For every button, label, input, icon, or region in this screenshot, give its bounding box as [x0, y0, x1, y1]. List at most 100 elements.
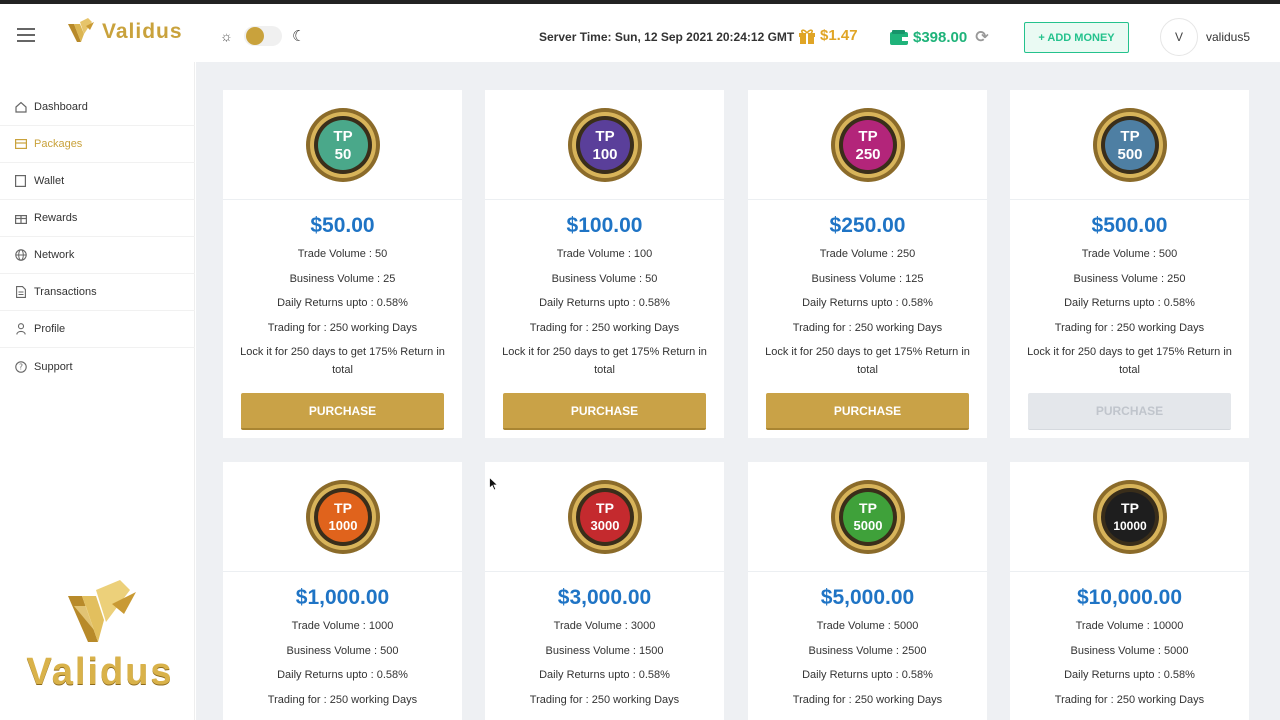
- svg-text:TP: TP: [1121, 500, 1139, 516]
- trade-volume: Trade Volume : 100: [556, 248, 653, 260]
- validus-logo-icon: [68, 18, 94, 42]
- tp-badge-icon: TP 5000: [830, 479, 905, 554]
- purchase-button[interactable]: PURCHASE: [241, 393, 444, 430]
- tp-badge-icon: TP 10000: [1092, 479, 1167, 554]
- business-volume: Business Volume : 50: [551, 272, 658, 285]
- package-price: $50.00: [310, 214, 375, 237]
- sidebar-item-label: Profile: [34, 323, 66, 335]
- business-volume: Business Volume : 125: [811, 272, 924, 285]
- package-price: $100.00: [566, 214, 643, 237]
- daily-returns: Daily Returns upto : 0.58%: [539, 669, 670, 681]
- trade-volume: Trade Volume : 3000: [553, 620, 656, 632]
- tp-badge-icon: TP 100: [567, 107, 642, 182]
- moon-icon: ☾: [292, 28, 306, 45]
- trading-duration: Trading for : 250 working Days: [792, 321, 943, 334]
- daily-returns: Daily Returns upto : 0.58%: [1064, 669, 1195, 681]
- tp-badge-icon: TP 250: [830, 107, 905, 182]
- username[interactable]: validus5: [1206, 30, 1250, 44]
- sidebar-logo-text: Validus: [26, 651, 174, 693]
- server-time: Server Time: Sun, 12 Sep 2021 20:24:12 G…: [539, 30, 795, 44]
- daily-returns: Daily Returns upto : 0.58%: [539, 297, 670, 309]
- bonus-amount: $1.47: [820, 27, 858, 44]
- tp-badge-icon: TP 50: [305, 107, 380, 182]
- sidebar-item-label: Support: [34, 360, 73, 373]
- daily-returns: Daily Returns upto : 0.58%: [802, 669, 933, 681]
- sidebar-item-packages[interactable]: Packages: [0, 126, 195, 163]
- tp-badge-icon: TP 500: [1092, 107, 1167, 182]
- trading-duration: Trading for : 250 working Days: [529, 321, 680, 334]
- package-badge-area: TP 5000: [748, 462, 987, 572]
- purchase-button[interactable]: PURCHASE: [503, 393, 706, 430]
- toggle-knob: [246, 27, 264, 45]
- sun-icon: ☼: [220, 28, 233, 44]
- sidebar-item-label: Rewards: [34, 212, 78, 224]
- sidebar-item-label: Dashboard: [34, 101, 88, 113]
- sidebar-item-network[interactable]: Network: [0, 237, 195, 274]
- gift-icon: [14, 212, 27, 225]
- package-price: $3,000.00: [557, 586, 652, 609]
- trade-volume: Trade Volume : 250: [819, 248, 916, 260]
- package-badge-area: TP 100: [485, 90, 724, 200]
- package-card: TP 500 $500.00 Trade Volume : 500 Busine…: [1010, 90, 1249, 438]
- package-card: TP 50 $50.00 Trade Volume : 50 Business …: [223, 90, 462, 438]
- sidebar-item-dashboard[interactable]: Dashboard: [0, 89, 195, 126]
- theme-switcher: ☼ ☾: [220, 26, 305, 46]
- packages-icon: [14, 138, 27, 151]
- avatar[interactable]: V: [1160, 18, 1198, 56]
- package-card: TP 100 $100.00 Trade Volume : 100 Busine…: [485, 90, 724, 438]
- package-badge-area: TP 250: [748, 90, 987, 200]
- svg-text:TP: TP: [333, 128, 352, 145]
- trading-duration: Trading for : 250 working Days: [792, 693, 943, 706]
- wallet-balance[interactable]: $398.00 ⟳: [890, 27, 989, 47]
- sidebar-item-label: Transactions: [34, 286, 97, 298]
- lock-info: Lock it for 250 days to get 175% Return …: [240, 346, 445, 376]
- trade-volume: Trade Volume : 5000: [816, 620, 919, 632]
- home-icon: [14, 101, 27, 114]
- menu-toggle-icon[interactable]: [17, 28, 35, 42]
- theme-toggle[interactable]: [244, 26, 282, 46]
- lock-info: Lock it for 250 days to get 175% Return …: [1027, 346, 1232, 376]
- package-price: $10,000.00: [1076, 586, 1183, 609]
- sidebar-item-profile[interactable]: Profile: [0, 311, 195, 348]
- sidebar-item-rewards[interactable]: Rewards: [0, 200, 195, 237]
- sidebar-item-wallet[interactable]: Wallet: [0, 163, 195, 200]
- svg-text:250: 250: [855, 146, 880, 163]
- sidebar-item-label: Network: [34, 249, 75, 261]
- package-price: $1,000.00: [295, 586, 390, 609]
- validus-logo-icon: [68, 580, 136, 642]
- svg-text:TP: TP: [858, 128, 877, 145]
- svg-text:5000: 5000: [853, 518, 882, 533]
- package-badge-area: TP 500: [1010, 90, 1249, 200]
- brand-logo[interactable]: Validus: [66, 18, 183, 46]
- package-card: TP 250 $250.00 Trade Volume : 250 Busine…: [748, 90, 987, 438]
- purchase-button[interactable]: PURCHASE: [766, 393, 969, 430]
- refresh-icon[interactable]: ⟳: [975, 27, 988, 47]
- svg-text:TP: TP: [595, 128, 614, 145]
- svg-text:3000: 3000: [590, 518, 619, 533]
- business-volume: Business Volume : 2500: [808, 644, 927, 657]
- package-badge-area: TP 3000: [485, 462, 724, 572]
- daily-returns: Daily Returns upto : 0.58%: [802, 297, 933, 309]
- svg-text:TP: TP: [859, 500, 877, 516]
- brand-name: Validus: [102, 20, 183, 43]
- user-menu[interactable]: V validus5: [1160, 18, 1250, 56]
- sidebar-logo: Validus: [24, 580, 176, 694]
- package-card: TP 3000 $3,000.00 Trade Volume : 3000 Bu…: [485, 462, 724, 720]
- sidebar-item-transactions[interactable]: Transactions: [0, 274, 195, 311]
- svg-text:100: 100: [592, 146, 617, 163]
- bonus-balance[interactable]: $1.47: [798, 27, 858, 44]
- business-volume: Business Volume : 25: [289, 272, 396, 285]
- svg-text:10000: 10000: [1113, 519, 1147, 533]
- add-money-button[interactable]: + ADD MONEY: [1024, 22, 1129, 53]
- sidebar-item-support[interactable]: ? Support: [0, 348, 195, 385]
- package-card: TP 10000 $10,000.00 Trade Volume : 10000…: [1010, 462, 1249, 720]
- tp-badge-icon: TP 3000: [567, 479, 642, 554]
- svg-text:50: 50: [334, 146, 351, 163]
- help-icon: ?: [14, 360, 27, 373]
- document-icon: [14, 286, 27, 299]
- package-price: $5,000.00: [820, 586, 915, 609]
- business-volume: Business Volume : 1500: [545, 644, 664, 657]
- svg-text:TP: TP: [334, 500, 352, 516]
- svg-text:TP: TP: [596, 500, 614, 516]
- sidebar: Dashboard Packages Wallet Rewards Networ…: [0, 62, 195, 720]
